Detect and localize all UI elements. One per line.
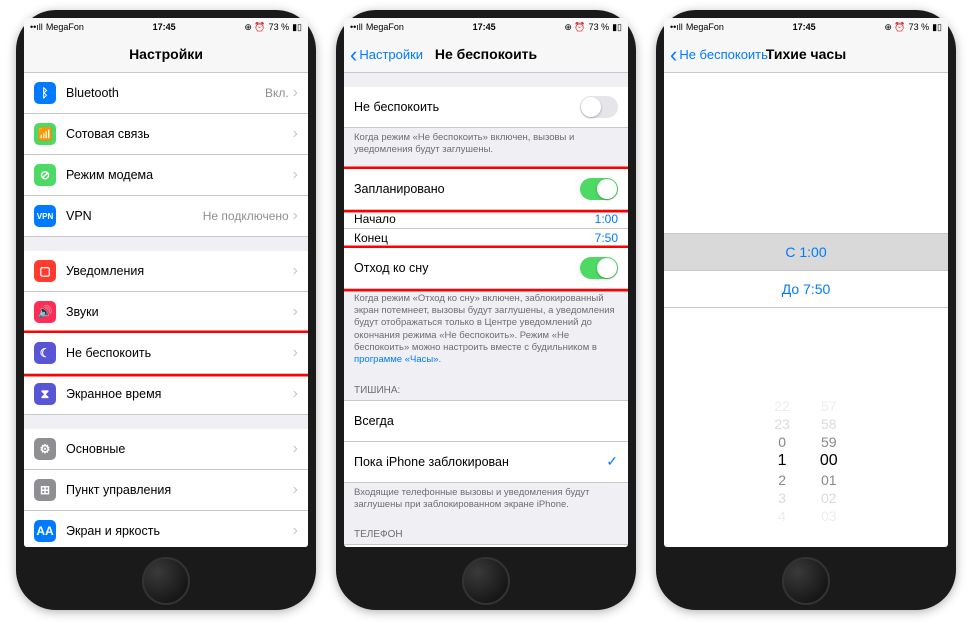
signal-icon: ••ıll	[670, 22, 683, 32]
row-vpn[interactable]: VPNVPNНе подключено›	[24, 196, 308, 237]
carrier: MegaFon	[686, 22, 724, 32]
row-bedtime[interactable]: Отход ко сну	[344, 248, 628, 289]
antenna-icon: 📶	[38, 127, 53, 141]
nav-bar: Не беспокоить Тихие часы	[664, 36, 948, 73]
moon-icon: ☾	[40, 346, 51, 360]
chevron-right-icon: ›	[293, 481, 298, 499]
chevron-right-icon: ›	[293, 344, 298, 362]
toggle-scheduled[interactable]	[580, 178, 618, 200]
switches-icon: ⊞	[40, 483, 50, 497]
notify-icon: ▢	[39, 264, 50, 278]
battery-icon: ▮▯	[292, 22, 302, 33]
row-general[interactable]: ⚙Основные›	[24, 429, 308, 470]
row-scheduled[interactable]: Запланировано	[344, 169, 628, 210]
bluetooth-icon: ᛒ	[41, 86, 48, 100]
phone-settings: ••ıllMegaFon 17:45 ⊕ ⏰ 73 %▮▯ Настройки ᛒ…	[16, 10, 316, 610]
row-notifications[interactable]: ▢Уведомления›	[24, 251, 308, 292]
toggle-bedtime[interactable]	[580, 257, 618, 279]
picker-minutes[interactable]: 57 58 59 00 01 02 03	[820, 398, 838, 524]
chevron-right-icon: ›	[293, 84, 298, 102]
back-button[interactable]: Не беспокоить	[670, 47, 768, 62]
gear-icon: ⚙	[40, 442, 51, 456]
nav-bar: Настройки Не беспокоить	[344, 36, 628, 73]
status-time: 17:45	[793, 22, 816, 32]
row-sounds[interactable]: 🔊Звуки›	[24, 292, 308, 333]
link-icon: ⊘	[40, 168, 50, 182]
quiet-hours-content: С 1:00 До 7:50 22 23 0 1 2 3 4 57 58 59 …	[664, 73, 948, 547]
bedtime-footer: Когда режим «Отход ко сну» включен, забл…	[344, 289, 628, 371]
chevron-right-icon: ›	[293, 166, 298, 184]
clock-link[interactable]: программе «Часы»	[354, 354, 439, 365]
settings-list[interactable]: ᛒBluetoothВкл.› 📶Сотовая связь› ⊘Режим м…	[24, 73, 308, 547]
chevron-right-icon: ›	[293, 303, 298, 321]
row-hotspot[interactable]: ⊘Режим модема›	[24, 155, 308, 196]
battery-pct: 73 %	[589, 22, 610, 32]
check-icon: ✓	[606, 453, 618, 470]
row-locked[interactable]: Пока iPhone заблокирован✓	[344, 442, 628, 483]
picker-hours[interactable]: 22 23 0 1 2 3 4	[774, 398, 790, 524]
dnd-list[interactable]: Не беспокоить Когда режим «Не беспокоить…	[344, 73, 628, 547]
row-cellular[interactable]: 📶Сотовая связь›	[24, 114, 308, 155]
row-bluetooth[interactable]: ᛒBluetoothВкл.›	[24, 73, 308, 114]
home-button[interactable]	[782, 557, 830, 605]
page-title: Не беспокоить	[435, 46, 537, 62]
text-icon: AA	[36, 524, 53, 538]
row-to[interactable]: Конец7:50	[344, 229, 628, 248]
status-bar: ••ıllMegaFon 17:45 ⊕ ⏰ 73 %▮▯	[24, 18, 308, 36]
chevron-right-icon: ›	[293, 125, 298, 143]
battery-icon: ▮▯	[932, 22, 942, 33]
status-bar: ••ıllMegaFon 17:45 ⊕ ⏰ 73 %▮▯	[664, 18, 948, 36]
chevron-right-icon: ›	[293, 207, 298, 225]
speaker-icon: 🔊	[38, 305, 53, 319]
row-screentime[interactable]: ⧗Экранное время›	[24, 374, 308, 415]
row-to-time[interactable]: До 7:50	[664, 271, 948, 308]
chevron-right-icon: ›	[293, 385, 298, 403]
chevron-right-icon: ›	[293, 262, 298, 280]
home-button[interactable]	[462, 557, 510, 605]
status-time: 17:45	[153, 22, 176, 32]
page-title: Тихие часы	[766, 46, 846, 62]
silence-footer: Входящие телефонные вызовы и уведомления…	[344, 483, 628, 516]
signal-icon: ••ıll	[30, 22, 43, 32]
nav-bar: Настройки	[24, 36, 308, 73]
row-display[interactable]: AAЭкран и яркость›	[24, 511, 308, 547]
row-dnd-toggle[interactable]: Не беспокоить	[344, 87, 628, 128]
row-controlcenter[interactable]: ⊞Пункт управления›	[24, 470, 308, 511]
toggle-dnd[interactable]	[580, 96, 618, 118]
screen: ••ıllMegaFon 17:45 ⊕ ⏰ 73 %▮▯ Настройки ᛒ…	[24, 18, 308, 547]
row-allow-calls[interactable]: Допуск вызововОт избранных›	[344, 544, 628, 547]
vpn-icon: VPN	[37, 212, 53, 221]
dnd-footer: Когда режим «Не беспокоить» включен, выз…	[344, 128, 628, 161]
time-picker[interactable]: 22 23 0 1 2 3 4 57 58 59 00 01 02 03	[664, 398, 948, 524]
alarm-icon: ⊕ ⏰	[244, 22, 265, 33]
phone-dnd: ••ıllMegaFon 17:45 ⊕ ⏰ 73 %▮▯ Настройки Н…	[336, 10, 636, 610]
battery-pct: 73 %	[909, 22, 930, 32]
signal-icon: ••ıll	[350, 22, 363, 32]
chevron-right-icon: ›	[293, 522, 298, 540]
chevron-right-icon: ›	[293, 440, 298, 458]
home-button[interactable]	[142, 557, 190, 605]
row-always[interactable]: Всегда	[344, 400, 628, 442]
alarm-icon: ⊕ ⏰	[884, 22, 905, 33]
battery-pct: 73 %	[269, 22, 290, 32]
status-bar: ••ıllMegaFon 17:45 ⊕ ⏰ 73 %▮▯	[344, 18, 628, 36]
carrier: MegaFon	[46, 22, 84, 32]
row-dnd[interactable]: ☾Не беспокоить›	[24, 333, 308, 374]
page-title: Настройки	[129, 46, 203, 62]
back-button[interactable]: Настройки	[350, 47, 423, 62]
silence-header: ТИШИНА:	[344, 371, 628, 400]
battery-icon: ▮▯	[612, 22, 622, 33]
hourglass-icon: ⧗	[41, 387, 49, 402]
alarm-icon: ⊕ ⏰	[564, 22, 585, 33]
screen: ••ıllMegaFon 17:45 ⊕ ⏰ 73 %▮▯ Настройки Н…	[344, 18, 628, 547]
phone-header: ТЕЛЕФОН	[344, 515, 628, 544]
row-from-time[interactable]: С 1:00	[664, 233, 948, 271]
screen: ••ıllMegaFon 17:45 ⊕ ⏰ 73 %▮▯ Не беспокои…	[664, 18, 948, 547]
row-from[interactable]: Начало1:00	[344, 210, 628, 229]
phone-quiet-hours: ••ıllMegaFon 17:45 ⊕ ⏰ 73 %▮▯ Не беспокои…	[656, 10, 956, 610]
status-time: 17:45	[473, 22, 496, 32]
carrier: MegaFon	[366, 22, 404, 32]
